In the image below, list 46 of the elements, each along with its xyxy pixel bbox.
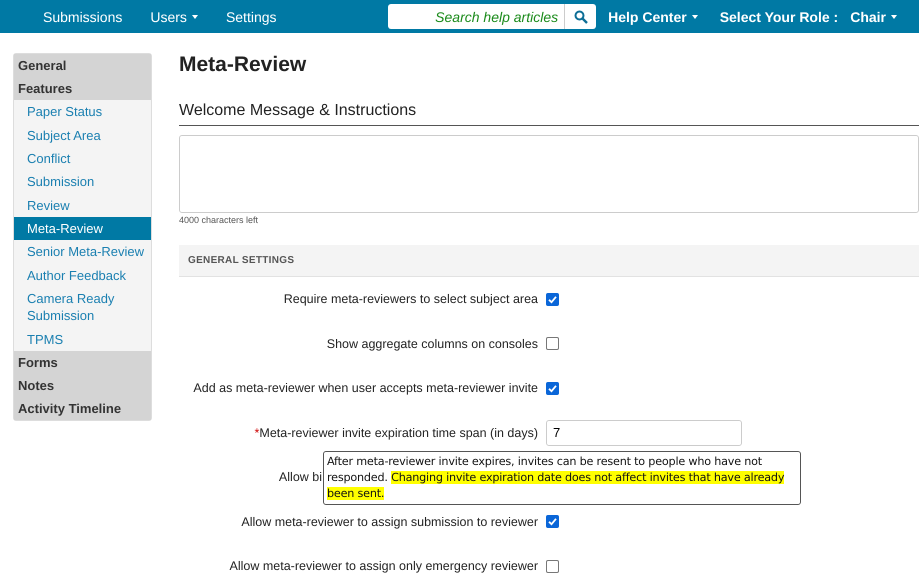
setting-label: Add as meta-reviewer when user accepts meta-reviewer invite (193, 381, 538, 396)
sidebar-item[interactable]: Meta-Review (14, 216, 151, 240)
nav-link[interactable]: Users (150, 8, 187, 24)
checkbox[interactable] (546, 515, 559, 528)
tooltip: After meta-reviewer invite expires, invites can be resent to people who have not responded. Changing invite expiration date does not affect invites that have already been sent. (323, 451, 801, 505)
section-heading: Welcome Message & Instructions (179, 102, 919, 126)
checkbox[interactable] (546, 560, 559, 573)
sidebar-item[interactable]: Author Feedback (14, 264, 151, 287)
caret-icon[interactable] (891, 14, 897, 18)
nav-link[interactable]: Settings (226, 8, 277, 24)
nav-link[interactable]: Chair (850, 8, 886, 24)
sidebar-item[interactable]: TPMS (14, 327, 151, 351)
sidebar-item[interactable]: Forms (14, 350, 151, 374)
sidebar-item[interactable]: General (14, 54, 151, 77)
nav-link[interactable]: Help Center (608, 8, 687, 24)
sidebar-item[interactable]: Camera Ready Submission (14, 287, 151, 328)
sidebar-item[interactable]: Senior Meta-Review (14, 240, 151, 264)
sidebar-item[interactable]: Activity Timeline (14, 396, 151, 420)
days-input[interactable]: 7 (546, 420, 742, 446)
setting-label: Allow meta-reviewer to assign submission to reviewer (241, 514, 538, 529)
panel-heading: GENERAL SETTINGS (188, 255, 294, 266)
required-mark: * (254, 426, 260, 440)
search-icon (574, 10, 588, 24)
nav-link[interactable]: Submissions (43, 8, 122, 24)
caret-icon[interactable] (192, 14, 198, 18)
setting-label: Allow bi (278, 470, 322, 484)
sidebar-item[interactable]: Notes (14, 374, 151, 397)
sidebar-item[interactable]: Subject Area (14, 123, 151, 147)
setting-label: Require meta-reviewers to select subject area (284, 292, 538, 306)
setting-label: Show aggregate columns on consoles (326, 336, 538, 351)
character-counter: 4000 characters left (179, 215, 260, 225)
setting-label: Meta-reviewer invite expiration time span (in days) (259, 426, 538, 440)
checkbox[interactable] (546, 337, 559, 350)
checkbox[interactable] (546, 382, 559, 395)
checkbox[interactable] (546, 292, 559, 306)
caret-icon[interactable] (692, 14, 698, 18)
sidebar-item[interactable]: Features (14, 77, 151, 100)
search-button[interactable] (564, 4, 596, 29)
setting-label: Allow meta-reviewer to assign only emergency reviewer (230, 559, 538, 574)
sidebar-item[interactable]: Review (14, 194, 151, 217)
sidebar-item[interactable]: Submission (14, 170, 151, 194)
page-title: Meta-Review (179, 53, 308, 77)
search-field[interactable]: Search help articles (388, 4, 564, 29)
sidebar-item[interactable]: Conflict (14, 146, 151, 170)
nav-link[interactable]: Select Your Role : (720, 8, 838, 24)
sidebar-item[interactable]: Paper Status (14, 100, 151, 124)
